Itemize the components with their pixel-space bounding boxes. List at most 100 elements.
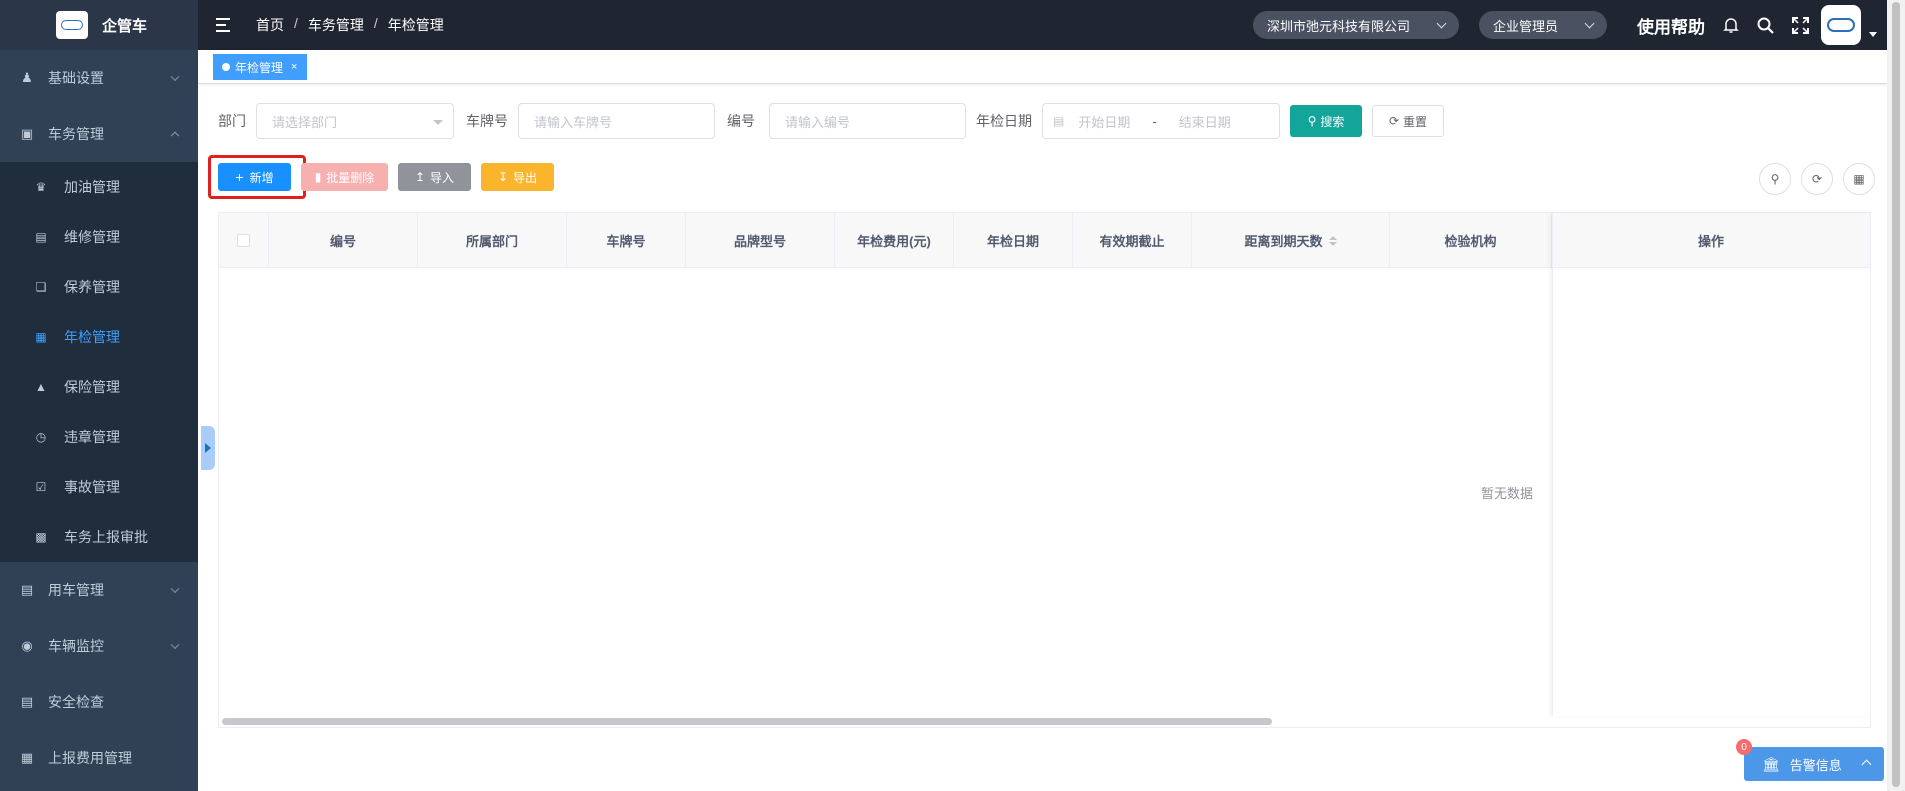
grid-icon: ▦ [20, 750, 34, 765]
sidebar-item-report-approval[interactable]: ▩ 车务上报审批 [0, 512, 198, 562]
bank-icon: 🏛 [1762, 755, 1780, 772]
checkbox-icon: ☑ [35, 480, 47, 494]
hamburger-icon[interactable] [216, 18, 234, 32]
active-dot-icon [222, 63, 230, 71]
sidebar-item-annual-inspection[interactable]: ▦ 年检管理 [0, 312, 198, 362]
columns-button[interactable]: ▦ [1843, 163, 1875, 195]
vertical-scrollbar[interactable] [1887, 0, 1905, 791]
help-link[interactable]: 使用帮助 [1637, 13, 1705, 38]
chevron-down-icon [170, 584, 180, 594]
select-all-cell [219, 213, 269, 268]
search-collapse-toggle[interactable] [201, 426, 215, 470]
brand[interactable]: 企管车 [0, 0, 198, 50]
sidebar-item-label: 基础设置 [48, 70, 104, 86]
document-icon: ▩ [35, 530, 47, 544]
add-button[interactable]: + 新增 [218, 163, 291, 191]
chevron-down-icon [1584, 18, 1595, 28]
plate-label: 车牌号 [466, 113, 508, 129]
batch-delete-button[interactable]: ▮ 批量删除 [301, 163, 388, 191]
close-icon[interactable]: × [291, 61, 297, 73]
tag-annual-inspection[interactable]: 年检管理 × [213, 54, 308, 80]
avatar[interactable] [1821, 5, 1861, 45]
sidebar-item-label: 上报费用管理 [48, 750, 132, 766]
plate-placeholder: 请输入车牌号 [534, 114, 613, 130]
sidebar-item-accident[interactable]: ☑ 事故管理 [0, 462, 198, 512]
refresh-icon: ⟳ [1388, 114, 1400, 128]
sidebar-item-basic-settings[interactable]: ♟ 基础设置 [0, 50, 198, 106]
fullscreen-icon[interactable] [1792, 16, 1809, 34]
column-header: 车牌号 [567, 213, 686, 268]
data-table: 编号 所属部门 车牌号 品牌型号 年检费用(元) 年检日期 有效期截止 距离到期… [218, 212, 1871, 728]
role-select-value: 企业管理员 [1492, 18, 1558, 34]
submenu-vehicle-affairs: ♛ 加油管理 ▤ 维修管理 ❏ 保养管理 ▦ 年检管理 ▲ 保险管理 ◷ 违章管… [0, 162, 198, 562]
breadcrumb-home[interactable]: 首页 [256, 15, 284, 35]
toolbox-icon: ▤ [35, 230, 47, 244]
column-header-sortable[interactable]: 距离到期天数 [1192, 213, 1390, 268]
column-header: 年检费用(元) [835, 213, 954, 268]
lock-icon: ▲ [35, 380, 47, 394]
sidebar: 企管车 ♟ 基础设置 ▣ 车务管理 ♛ 加油管理 ▤ 维修管理 ❏ 保养管理 ▦… [0, 0, 198, 791]
date-range-picker[interactable]: ▤ 开始日期 - 结束日期 [1042, 103, 1280, 139]
caret-down-icon[interactable] [1869, 31, 1877, 37]
chart-icon: ▦ [35, 330, 47, 344]
toggle-search-button[interactable]: ⚲ [1759, 163, 1791, 195]
plate-input[interactable]: 请输入车牌号 [518, 103, 715, 139]
sidebar-item-label: 维修管理 [64, 229, 120, 245]
sidebar-item-vehicle-affairs[interactable]: ▣ 车务管理 [0, 106, 198, 162]
dept-select[interactable]: 请选择部门 [256, 103, 454, 139]
sidebar-item-insurance[interactable]: ▲ 保险管理 [0, 362, 198, 412]
sidebar-item-label: 用车管理 [48, 582, 104, 598]
reset-button[interactable]: ⟳ 重置 [1372, 105, 1444, 137]
role-select[interactable]: 企业管理员 [1478, 11, 1607, 39]
clock-icon: ◷ [35, 430, 47, 444]
company-select[interactable]: 深圳市弛元科技有限公司 [1252, 11, 1459, 39]
select-all-checkbox[interactable] [237, 234, 250, 247]
search-form: 部门 请选择部门 车牌号 请输入车牌号 编号 请输入编号 年检日期 ▤ 开始日期… [218, 103, 1444, 139]
sidebar-item-label: 事故管理 [64, 479, 120, 495]
refresh-button[interactable]: ⟳ [1801, 163, 1833, 195]
chevron-down-icon [170, 640, 180, 650]
sidebar-item-label: 年检管理 [64, 329, 120, 345]
car-doc-icon: ▤ [20, 582, 34, 597]
sidebar-item-label: 保险管理 [64, 379, 120, 395]
calendar-icon: ▤ [1053, 114, 1065, 128]
code-label: 编号 [727, 113, 755, 129]
empty-text: 暂无数据 [1481, 486, 1534, 501]
search-icon[interactable] [1757, 17, 1774, 34]
breadcrumb-vehicle-affairs[interactable]: 车务管理 [308, 15, 364, 35]
sidebar-item-fuel[interactable]: ♛ 加油管理 [0, 162, 198, 212]
dept-placeholder: 请选择部门 [272, 114, 338, 130]
calendar-icon: ▤ [20, 694, 34, 709]
brand-logo-icon [56, 11, 88, 39]
horizontal-scrollbar[interactable] [222, 718, 1272, 725]
tag-label: 年检管理 [235, 60, 284, 75]
sidebar-item-maintenance[interactable]: ❏ 保养管理 [0, 262, 198, 312]
sidebar-item-safety-check[interactable]: ▤ 安全检查 [0, 674, 198, 730]
sidebar-item-label: 违章管理 [64, 429, 120, 445]
tags-view: 年检管理 × [198, 50, 1887, 84]
date-separator: - [1152, 113, 1157, 129]
chevron-down-icon [1436, 18, 1447, 28]
search-button-label: 搜索 [1320, 114, 1345, 129]
alert-button[interactable]: 0 🏛 告警信息 [1736, 739, 1884, 781]
chevron-down-icon [170, 72, 180, 82]
search-button[interactable]: ⚲ 搜索 [1290, 105, 1362, 137]
import-button[interactable]: ↥ 导入 [398, 163, 471, 191]
sidebar-item-expense-report[interactable]: ▦ 上报费用管理 [0, 730, 198, 786]
alert-label: 告警信息 [1789, 757, 1842, 773]
search-icon: ⚲ [1770, 172, 1780, 186]
monitor-icon: ▣ [20, 126, 34, 141]
sidebar-item-vehicle-monitor[interactable]: ◉ 车辆监控 [0, 618, 198, 674]
sidebar-item-violation[interactable]: ◷ 违章管理 [0, 412, 198, 462]
globe-icon: ◉ [21, 638, 33, 653]
dept-label: 部门 [218, 113, 246, 129]
sort-icon[interactable] [1328, 235, 1337, 246]
bell-icon[interactable] [1723, 17, 1739, 34]
sidebar-item-label: 车务管理 [48, 126, 104, 142]
sidebar-item-vehicle-use[interactable]: ▤ 用车管理 [0, 562, 198, 618]
export-button[interactable]: ↧ 导出 [481, 163, 554, 191]
breadcrumb-current: 年检管理 [387, 17, 444, 33]
code-input[interactable]: 请输入编号 [769, 103, 966, 139]
sidebar-item-repair[interactable]: ▤ 维修管理 [0, 212, 198, 262]
brand-name: 企管车 [102, 17, 148, 35]
